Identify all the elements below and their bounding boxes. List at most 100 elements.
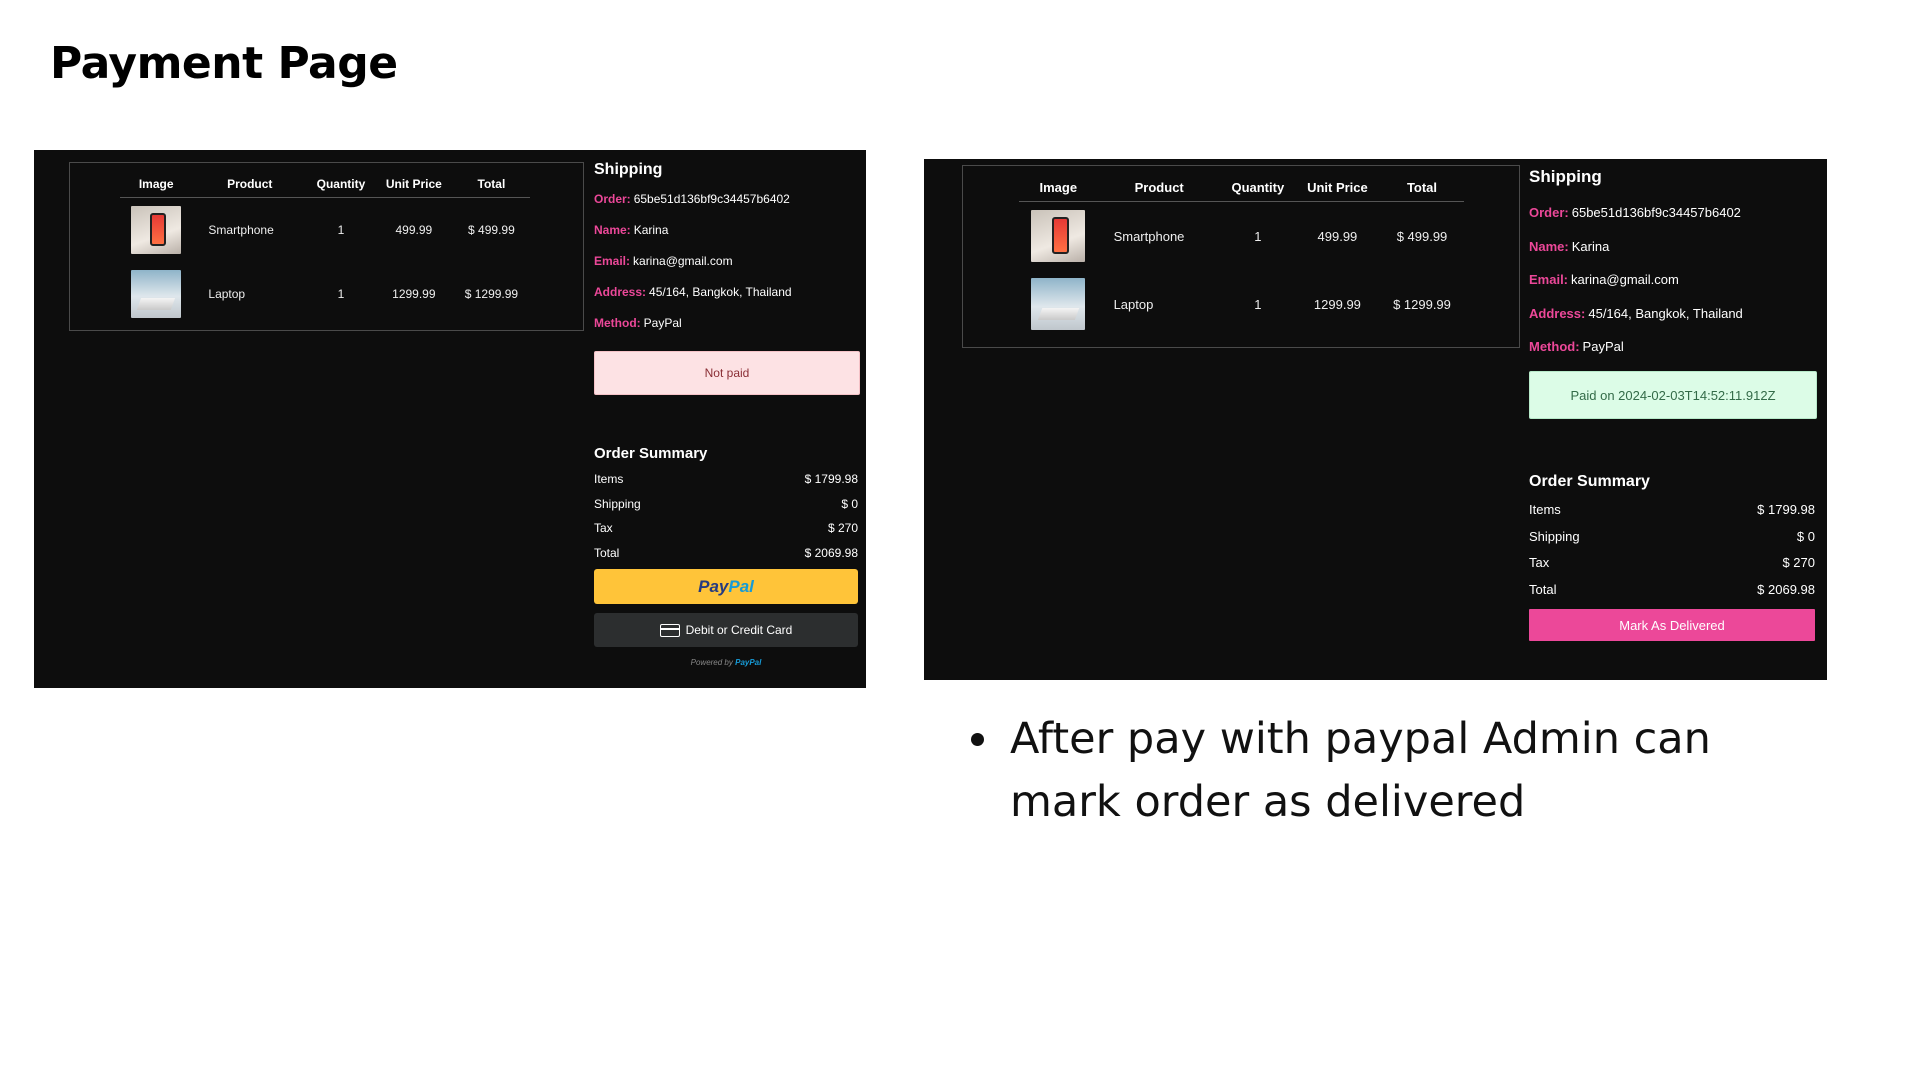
summary-value: $ 2069.98 — [804, 546, 858, 560]
email-label: Email: — [1529, 272, 1569, 287]
summary-label: Items — [594, 472, 624, 486]
summary-tax-row: Tax $ 270 — [1529, 555, 1815, 570]
summary-value: $ 0 — [1796, 529, 1815, 544]
smartphone-image — [131, 206, 182, 254]
email-row: Email: karina@gmail.com — [1529, 272, 1679, 287]
header-total: Total — [1379, 172, 1464, 202]
name-label: Name: — [594, 223, 631, 237]
quantity: 1 — [1254, 296, 1262, 312]
payment-method: PayPal — [1582, 339, 1624, 354]
summary-total-row: Total $ 2069.98 — [1529, 582, 1815, 597]
product-name: Smartphone — [1113, 228, 1185, 244]
product-name: Smartphone — [208, 223, 274, 237]
shipping-heading: Shipping — [594, 161, 663, 178]
unit-price: 1299.99 — [1313, 296, 1361, 312]
summary-shipping-row: Shipping $ 0 — [1529, 529, 1815, 544]
payment-status-badge: Paid on 2024-02-03T14:52:11.912Z — [1529, 371, 1817, 419]
address-row: Address: 45/164, Bangkok, Thailand — [1529, 306, 1743, 321]
slide-title: Payment Page — [50, 38, 398, 89]
summary-value: $ 1799.98 — [1757, 502, 1815, 517]
customer-email: karina@gmail.com — [633, 254, 733, 268]
shipping-heading: Shipping — [1529, 167, 1602, 186]
summary-items-row: Items $ 1799.98 — [594, 472, 858, 486]
email-label: Email: — [594, 254, 631, 268]
paypal-logo-pay: Pay — [698, 576, 729, 596]
name-label: Name: — [1529, 239, 1569, 254]
summary-label: Total — [594, 546, 620, 560]
address-label: Address: — [1529, 306, 1586, 321]
summary-value: $ 1799.98 — [804, 472, 858, 486]
debit-credit-card-button[interactable]: Debit or Credit Card — [594, 613, 858, 647]
email-row: Email: karina@gmail.com — [594, 254, 733, 268]
header-total: Total — [452, 169, 530, 198]
order-items-panel: Image Product Quantity Unit Price Total … — [69, 162, 584, 331]
summary-tax-row: Tax $ 270 — [594, 521, 858, 535]
order-id-row: Order: 65be51d136bf9c34457b6402 — [1529, 205, 1741, 220]
method-label: Method: — [1529, 339, 1580, 354]
quantity: 1 — [337, 223, 345, 237]
table-row: Laptop 1 1299.99 $ 1299.99 — [120, 262, 530, 326]
method-row: Method: PayPal — [594, 316, 682, 330]
paypal-brand-text: PayPal — [735, 658, 762, 667]
quantity: 1 — [1254, 228, 1262, 244]
summary-label: Tax — [594, 521, 613, 535]
table-row: Laptop 1 1299.99 $ 1299.99 — [1019, 270, 1464, 338]
order-id-row: Order: 65be51d136bf9c34457b6402 — [594, 192, 790, 206]
laptop-image — [1031, 278, 1086, 330]
method-label: Method: — [594, 316, 641, 330]
order-items-table: Image Product Quantity Unit Price Total … — [1019, 172, 1464, 338]
address-row: Address: 45/164, Bangkok, Thailand — [594, 285, 792, 299]
header-image: Image — [120, 169, 193, 198]
slide-notes: After pay with paypal Admin can mark ord… — [962, 708, 1824, 834]
unit-price: 499.99 — [395, 223, 433, 237]
name-row: Name: Karina — [594, 223, 668, 237]
mark-as-delivered-button[interactable]: Mark As Delivered — [1529, 609, 1815, 641]
quantity: 1 — [337, 287, 345, 301]
customer-name: Karina — [1571, 239, 1610, 254]
card-button-label: Debit or Credit Card — [685, 623, 793, 637]
unit-price: 1299.99 — [392, 287, 436, 301]
customer-address: 45/164, Bangkok, Thailand — [649, 285, 792, 299]
powered-by-paypal: Powered by PayPal — [594, 658, 858, 667]
header-product: Product — [192, 169, 308, 198]
customer-address: 45/164, Bangkok, Thailand — [1588, 306, 1743, 321]
address-label: Address: — [594, 285, 647, 299]
product-name: Laptop — [208, 287, 246, 301]
customer-email: karina@gmail.com — [1571, 272, 1679, 287]
header-product: Product — [1097, 172, 1221, 202]
customer-name: Karina — [633, 223, 669, 237]
payment-method: PayPal — [643, 316, 682, 330]
order-id: 65be51d136bf9c34457b6402 — [1571, 205, 1741, 220]
powered-by-text: Powered by — [690, 658, 733, 667]
summary-value: $ 270 — [827, 521, 858, 535]
paypal-logo-pal: Pal — [728, 576, 754, 596]
line-total: $ 499.99 — [468, 223, 515, 237]
summary-value: $ 0 — [841, 497, 858, 511]
header-unit-price: Unit Price — [374, 169, 453, 198]
order-screenshot-unpaid: Image Product Quantity Unit Price Total … — [34, 150, 866, 688]
order-label: Order: — [1529, 205, 1569, 220]
bullet-item: After pay with paypal Admin can mark ord… — [1004, 708, 1824, 834]
header-image: Image — [1019, 172, 1098, 202]
table-header-row: Image Product Quantity Unit Price Total — [120, 169, 530, 198]
order-items-panel: Image Product Quantity Unit Price Total … — [962, 165, 1520, 348]
order-items-table: Image Product Quantity Unit Price Total … — [120, 169, 530, 326]
line-total: $ 1299.99 — [464, 287, 519, 301]
summary-label: Total — [1529, 582, 1557, 597]
line-total: $ 1299.99 — [1393, 296, 1451, 312]
header-unit-price: Unit Price — [1294, 172, 1380, 202]
order-label: Order: — [594, 192, 631, 206]
summary-items-row: Items $ 1799.98 — [1529, 502, 1815, 517]
order-summary-heading: Order Summary — [1529, 473, 1650, 490]
product-name: Laptop — [1113, 296, 1154, 312]
table-row: Smartphone 1 499.99 $ 499.99 — [120, 198, 530, 263]
unit-price: 499.99 — [1317, 228, 1358, 244]
smartphone-image — [1031, 210, 1086, 262]
paypal-button[interactable]: Pay Pal — [594, 569, 858, 604]
name-row: Name: Karina — [1529, 239, 1609, 254]
table-header-row: Image Product Quantity Unit Price Total — [1019, 172, 1464, 202]
order-id: 65be51d136bf9c34457b6402 — [633, 192, 790, 206]
method-row: Method: PayPal — [1529, 339, 1624, 354]
credit-card-icon — [659, 623, 680, 637]
summary-total-row: Total $ 2069.98 — [594, 546, 858, 560]
